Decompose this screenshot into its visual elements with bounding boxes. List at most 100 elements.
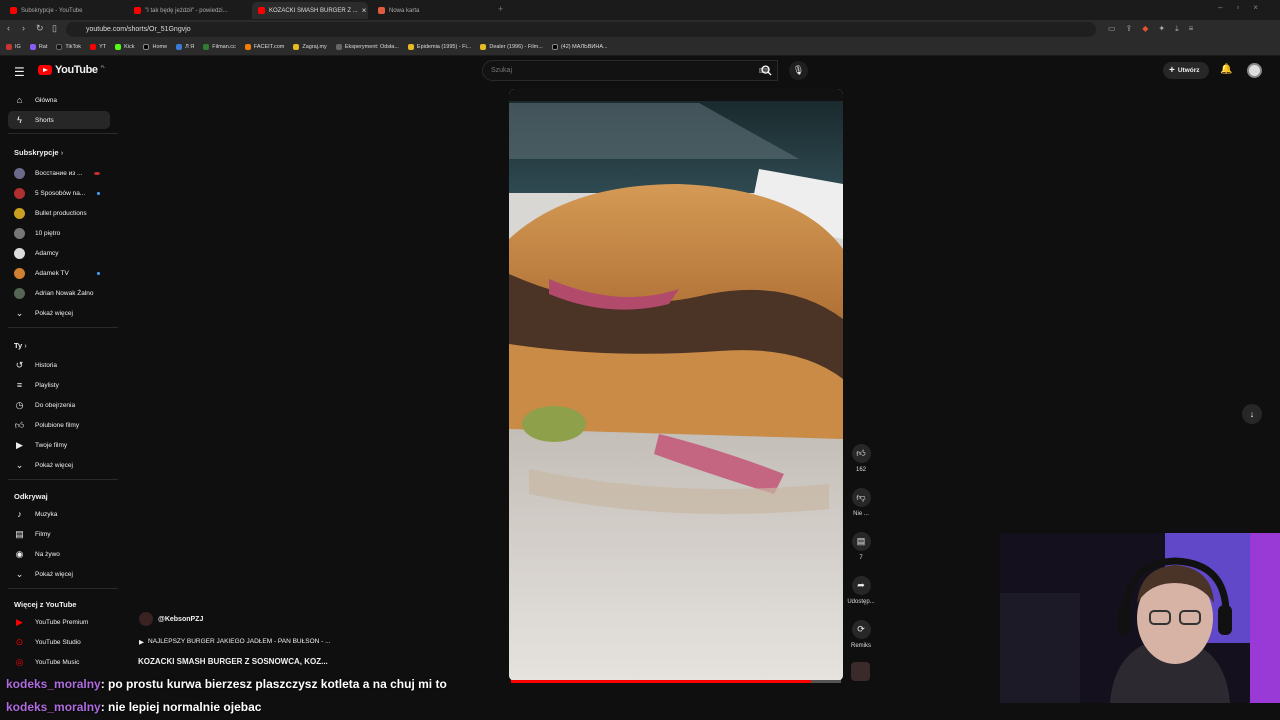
browser-tab[interactable]: Nowa karta <box>372 2 492 19</box>
dislike-action[interactable]: 👎︎ Nie ... <box>848 488 874 517</box>
remix-icon[interactable]: ⟳ <box>851 620 871 639</box>
bookmark-item[interactable]: Kick <box>115 44 134 50</box>
comment-icon[interactable]: ▤ <box>851 532 871 551</box>
playlist-link[interactable]: ▶ NAJLEPSZY BURGER JAKIEGO JADŁEM - PAN B… <box>139 638 331 646</box>
brave-shield-icon[interactable]: ◆ <box>1142 24 1148 34</box>
short-title[interactable]: KOZACKI SMASH BURGER Z SOSNOWCA, KOZ... <box>138 657 328 666</box>
bookmark-item[interactable]: TikTok <box>56 44 81 50</box>
avatar[interactable] <box>1247 63 1262 78</box>
bookmark-item[interactable]: Eksperyment: Odsła... <box>335 44 399 50</box>
voice-search-button[interactable]: 🎙 <box>789 61 808 80</box>
bookmarks-bar: IG Rat TikTok YT Kick Home Л Я Filman.cc… <box>0 39 1280 56</box>
search-input[interactable]: Szukaj ⌨ <box>482 60 778 81</box>
cast-icon[interactable]: ▭ <box>1108 24 1116 34</box>
sidebar-item-label: Playlisty <box>35 381 59 389</box>
download-icon[interactable]: ⤓ <box>1175 24 1179 34</box>
browser-tab-active[interactable]: KOZACKI SMASH BURGER Z ... × <box>252 2 368 19</box>
bookmark-item[interactable]: Filman.cc <box>203 44 236 50</box>
forward-icon[interactable]: › <box>22 23 25 33</box>
notifications-bell-icon[interactable]: 🔔 <box>1220 64 1232 75</box>
sidebar-item-playlists[interactable]: ≡ Playlisty <box>8 376 110 394</box>
live-indicator <box>94 171 100 175</box>
sidebar-item-music[interactable]: ♪ Muzyka <box>8 505 110 523</box>
comments-action[interactable]: ▤ 7 <box>848 532 874 561</box>
bookmark-item[interactable]: YT <box>90 44 106 50</box>
section-title: Odkrywaj <box>14 492 48 501</box>
sidebar-item-live[interactable]: ◉ Na żywo <box>8 545 110 563</box>
bookmark-item[interactable]: (42) МАЛЬВИНА... <box>551 44 608 50</box>
sidebar-item-history[interactable]: ↺ Historia <box>8 356 110 374</box>
sidebar-item-label: Восстание из ... <box>35 169 83 177</box>
sidebar-item-label: 5 Sposobów na... <box>35 189 86 197</box>
bookmark-item[interactable]: IG <box>6 44 21 50</box>
channel-info[interactable]: @KebsonPZJ <box>139 612 203 626</box>
bookmark-item[interactable]: Л Я <box>176 44 194 50</box>
channel-avatar <box>14 227 25 239</box>
bookmark-item[interactable]: Epidemia (1995) - Fi... <box>407 44 471 50</box>
sidebar-item-label: Twoje filmy <box>35 441 68 449</box>
sidebar-show-more[interactable]: ⌄ Pokaż więcej <box>8 565 110 583</box>
remix-action[interactable]: ⟳ Remiks <box>848 620 874 649</box>
sidebar-item-studio[interactable]: ⊙ YouTube Studio <box>8 633 110 651</box>
sidebar-subscription[interactable]: Adamek TV <box>8 264 110 282</box>
film-icon: ▤ <box>15 528 24 539</box>
bookmark-item[interactable]: Dealer (1996) - Film... <box>480 44 543 50</box>
share-icon[interactable]: ⇪ <box>1126 24 1133 34</box>
sidebar-show-more[interactable]: ⌄ Pokaż więcej <box>8 304 110 322</box>
sidebar-subscription[interactable]: Восстание из ... <box>8 164 110 182</box>
create-button[interactable]: + Utwórz <box>1163 62 1209 79</box>
sidebar-item-watch-later[interactable]: ◷ Do obejrzenia <box>8 396 110 414</box>
back-icon[interactable]: ‹ <box>7 23 10 33</box>
sidebar-item-shorts[interactable]: ϟ Shorts <box>8 111 110 129</box>
window-controls[interactable]: –▫× <box>1218 3 1272 12</box>
reload-icon[interactable]: ↻ <box>36 23 44 34</box>
extensions-icon[interactable]: ✦ <box>1158 24 1165 34</box>
next-short-button[interactable]: ↓ <box>1242 404 1262 424</box>
sidebar-subscription[interactable]: 5 Sposobów na... <box>8 184 110 202</box>
section-title: Ty <box>14 341 23 350</box>
burger-video-frame <box>509 89 843 681</box>
bookmark-item[interactable]: FACEIT.com <box>244 44 284 50</box>
menu-icon[interactable]: ≡ <box>1189 24 1194 34</box>
bookmark-item[interactable]: Zagraj.my <box>293 44 327 50</box>
browser-tab[interactable]: Subskrypcje - YouTube <box>4 2 126 19</box>
new-tab-icon[interactable]: + <box>498 4 503 14</box>
youtube-logo[interactable]: YouTube PL <box>38 64 106 76</box>
bookmark-item[interactable]: Home <box>143 44 167 50</box>
close-tab-icon[interactable]: × <box>362 6 367 15</box>
sidebar-subscription[interactable]: Bullet productions <box>8 204 110 222</box>
sidebar-item-label: Adrian Nowak Żalno <box>35 289 94 297</box>
chat-text: : po prostu kurwa bierzesz plaszczysz ko… <box>100 677 447 691</box>
sidebar-subscription[interactable]: Adrian Nowak Żalno <box>8 284 110 302</box>
bookmark-item[interactable]: Rat <box>29 44 47 50</box>
bookmark-icon[interactable]: ▯ <box>52 23 57 34</box>
sidebar-subscription[interactable]: Adamcy <box>8 244 110 262</box>
you-heading[interactable]: Ty › <box>14 341 27 350</box>
thumb-up-icon[interactable]: 👍︎ <box>851 444 871 463</box>
sidebar-subscription[interactable]: 10 piętro <box>8 224 110 242</box>
webcam-image <box>1000 533 1280 703</box>
sidebar-item-music-app[interactable]: ◎ YouTube Music <box>8 653 110 671</box>
more-from-youtube-heading: Więcej z YouTube <box>14 600 76 609</box>
chevron-down-icon: ⌄ <box>15 568 24 579</box>
video-progress-track[interactable] <box>511 680 841 683</box>
chat-message: kodeks_moralny: po prostu kurwa bierzesz… <box>6 677 447 691</box>
url-field[interactable]: youtube.com/shorts/Or_51Gngvjo <box>66 22 1096 37</box>
share-action[interactable]: ➦ Udostęp... <box>847 576 875 605</box>
search-button[interactable] <box>754 60 778 81</box>
share-arrow-icon[interactable]: ➦ <box>851 576 871 595</box>
thumb-down-icon[interactable]: 👎︎ <box>851 488 871 507</box>
sidebar-item-home[interactable]: ⌂ Główna <box>8 91 110 109</box>
sidebar-show-more[interactable]: ⌄ Pokaż więcej <box>8 456 110 474</box>
youtube-studio-icon: ⊙ <box>15 636 24 647</box>
sidebar-item-premium[interactable]: ▶ YouTube Premium <box>8 613 110 631</box>
like-action[interactable]: 👍︎ 162 <box>848 444 874 473</box>
sidebar-item-liked[interactable]: 👍︎ Polubione filmy <box>8 416 110 434</box>
sidebar-item-your-videos[interactable]: ▶ Twoje filmy <box>8 436 110 454</box>
hamburger-menu-icon[interactable]: ☰ <box>14 65 25 79</box>
sound-thumbnail[interactable] <box>851 662 870 681</box>
short-video-player[interactable] <box>509 89 843 681</box>
sidebar-item-films[interactable]: ▤ Filmy <box>8 525 110 543</box>
subscriptions-heading[interactable]: Subskrypcje › <box>14 148 63 157</box>
browser-tab[interactable]: "I tak będę jeździł" - powiedzi... <box>128 2 250 19</box>
